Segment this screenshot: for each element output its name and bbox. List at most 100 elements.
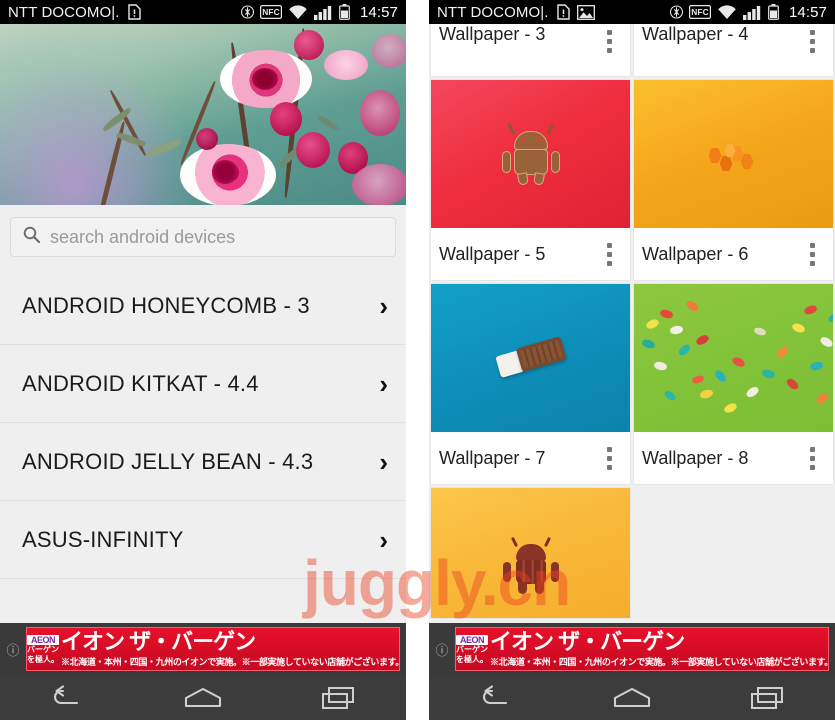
wallpaper-thumbnail[interactable]: [634, 284, 833, 432]
wallpaper-grid-screen[interactable]: Wallpaper - 3 Wallpaper - 4 Wallpaper - …: [429, 24, 835, 623]
search-input[interactable]: search android devices: [10, 217, 396, 257]
card-title-bar: Wallpaper - 8: [634, 432, 833, 484]
wifi-icon: [717, 4, 737, 20]
wallpaper-thumbnail[interactable]: [634, 80, 833, 228]
navigation-bar: [0, 675, 406, 720]
device-label: ANDROID HONEYCOMB - 3: [22, 292, 310, 318]
wallpaper-thumbnail[interactable]: [431, 488, 630, 618]
ad-info-icon[interactable]: ⓘ: [0, 640, 26, 659]
device-label: ANDROID JELLY BEAN - 4.3: [22, 448, 314, 474]
ad-subline: ※北海道・本州・四国・九州のイオンで実施。※一部実施していない店舗がございます。: [490, 656, 829, 667]
ad-info-icon[interactable]: ⓘ: [429, 640, 455, 659]
wallpaper-title: Wallpaper - 3: [439, 24, 546, 44]
back-icon[interactable]: [21, 679, 113, 717]
status-left-icons: [556, 4, 596, 20]
screenshot-root: NTT DOCOMO|. NFC 14:57 search android de…: [0, 0, 835, 720]
list-item[interactable]: ASUS-INFINITY ›: [0, 501, 406, 579]
device-list-screen: search android devices ANDROID HONEYCOMB…: [0, 205, 406, 623]
search-placeholder: search android devices: [50, 226, 236, 247]
ad-banner-zone: ⓘ AEON バーゲン を極人。 イオン ザ・バーゲン ※北海道・本州・四国・九…: [429, 623, 835, 675]
status-right-icons: NFC 14:57: [669, 3, 827, 21]
wallpaper-card[interactable]: Wallpaper - 8: [634, 284, 833, 484]
nfc-icon: NFC: [688, 5, 711, 19]
signal-icon: [742, 5, 762, 20]
svg-text:NFC: NFC: [262, 7, 280, 17]
wallpaper-title: Wallpaper - 7: [439, 447, 546, 468]
ad-left-line2: を極人。: [456, 654, 488, 664]
ad-subline: ※北海道・本州・四国・九州のイオンで実施。※一部実施していない店舗がございます。: [61, 656, 400, 667]
wallpaper-title: Wallpaper - 4: [642, 24, 749, 44]
battery-icon: [768, 4, 779, 20]
aeon-logo: AEON: [27, 635, 60, 646]
kebab-menu-icon[interactable]: [599, 24, 620, 59]
card-title-bar: Wallpaper - 5: [431, 228, 630, 280]
panel-gutter: [406, 0, 429, 720]
list-item[interactable]: ANDROID KITKAT - 4.4 ›: [0, 345, 406, 423]
ad-headline: イオン ザ・バーゲン: [61, 628, 256, 654]
recents-icon[interactable]: [722, 679, 814, 717]
ad-left-line2: を極人。: [27, 654, 59, 664]
list-item[interactable]: ANDROID HONEYCOMB - 3 ›: [0, 267, 406, 345]
wallpaper-card[interactable]: Wallpaper - 4: [634, 24, 833, 76]
recents-icon[interactable]: [293, 679, 385, 717]
ad-headline: イオン ザ・バーゲン: [490, 628, 685, 654]
kebab-menu-icon[interactable]: [802, 237, 823, 272]
wallpaper-card[interactable]: Wallpaper - 7: [431, 284, 630, 484]
clock-label: 14:57: [788, 3, 827, 21]
ad-main-text: イオン ザ・バーゲン ※北海道・本州・四国・九州のイオンで実施。※一部実施してい…: [488, 628, 829, 670]
ad-banner-zone: ⓘ AEON バーゲン を極人。 イオン ザ・バーゲン ※北海道・本州・四国・九…: [0, 623, 406, 675]
search-container: search android devices: [0, 205, 406, 265]
signal-icon: [313, 5, 333, 20]
hero-image: [0, 24, 406, 205]
wallpaper-thumbnail[interactable]: [431, 284, 630, 432]
kebab-menu-icon[interactable]: [802, 441, 823, 476]
chevron-right-icon: ›: [379, 290, 388, 321]
wallpaper-grid: Wallpaper - 3 Wallpaper - 4 Wallpaper - …: [429, 24, 835, 618]
ad-logo-block: AEON バーゲン を極人。: [456, 628, 489, 670]
wallpaper-card[interactable]: Wallpaper - 6: [634, 80, 833, 280]
bluetooth-icon: [240, 4, 254, 20]
wallpaper-card[interactable]: Wallpaper - 5: [431, 80, 630, 280]
status-bar: NTT DOCOMO|. NFC 14:57: [0, 0, 406, 24]
sd-card-warning-icon: [556, 4, 571, 20]
wallpaper-card[interactable]: [431, 488, 630, 618]
right-phone-panel: NTT DOCOMO|. NFC 14:57 Wallpaper - 3 Wal…: [429, 0, 835, 720]
wallpaper-title: Wallpaper - 5: [439, 243, 546, 264]
ad-banner[interactable]: AEON バーゲン を極人。 イオン ザ・バーゲン ※北海道・本州・四国・九州の…: [26, 627, 400, 671]
bluetooth-icon: [669, 4, 683, 20]
device-label: ASUS-INFINITY: [22, 526, 184, 552]
search-icon: [23, 226, 41, 248]
carrier-label: NTT DOCOMO|.: [8, 3, 120, 21]
status-right-icons: NFC 14:57: [240, 4, 398, 21]
card-title-bar: Wallpaper - 3: [431, 24, 630, 66]
status-left-icons: [127, 4, 142, 20]
left-phone-panel: NTT DOCOMO|. NFC 14:57 search android de…: [0, 0, 406, 720]
card-title-bar: Wallpaper - 7: [431, 432, 630, 484]
card-title-bar: Wallpaper - 6: [634, 228, 833, 280]
wallpaper-card[interactable]: Wallpaper - 3: [431, 24, 630, 76]
carrier-label: NTT DOCOMO|.: [437, 3, 549, 21]
wallpaper-thumbnail[interactable]: [431, 80, 630, 228]
device-label: ANDROID KITKAT - 4.4: [22, 370, 259, 396]
svg-text:NFC: NFC: [691, 7, 709, 17]
home-icon[interactable]: [584, 679, 680, 717]
ad-banner[interactable]: AEON バーゲン を極人。 イオン ザ・バーゲン ※北海道・本州・四国・九州の…: [455, 627, 829, 671]
ad-left-line1: バーゲン: [27, 645, 59, 655]
card-title-bar: Wallpaper - 4: [634, 24, 833, 66]
wallpaper-title: Wallpaper - 6: [642, 243, 749, 264]
sd-card-warning-icon: [127, 4, 142, 20]
back-icon[interactable]: [450, 679, 542, 717]
ad-logo-block: AEON バーゲン を極人。: [27, 628, 60, 670]
kebab-menu-icon[interactable]: [599, 237, 620, 272]
navigation-bar: [429, 675, 835, 720]
list-item[interactable]: ANDROID JELLY BEAN - 4.3 ›: [0, 423, 406, 501]
wallpaper-title: Wallpaper - 8: [642, 447, 749, 468]
battery-icon: [339, 4, 350, 20]
nfc-icon: NFC: [259, 5, 282, 19]
wifi-icon: [288, 4, 308, 20]
home-icon[interactable]: [155, 679, 251, 717]
kebab-menu-icon[interactable]: [599, 441, 620, 476]
kebab-menu-icon[interactable]: [802, 24, 823, 59]
aeon-logo: AEON: [456, 635, 489, 646]
chevron-right-icon: ›: [379, 368, 388, 399]
